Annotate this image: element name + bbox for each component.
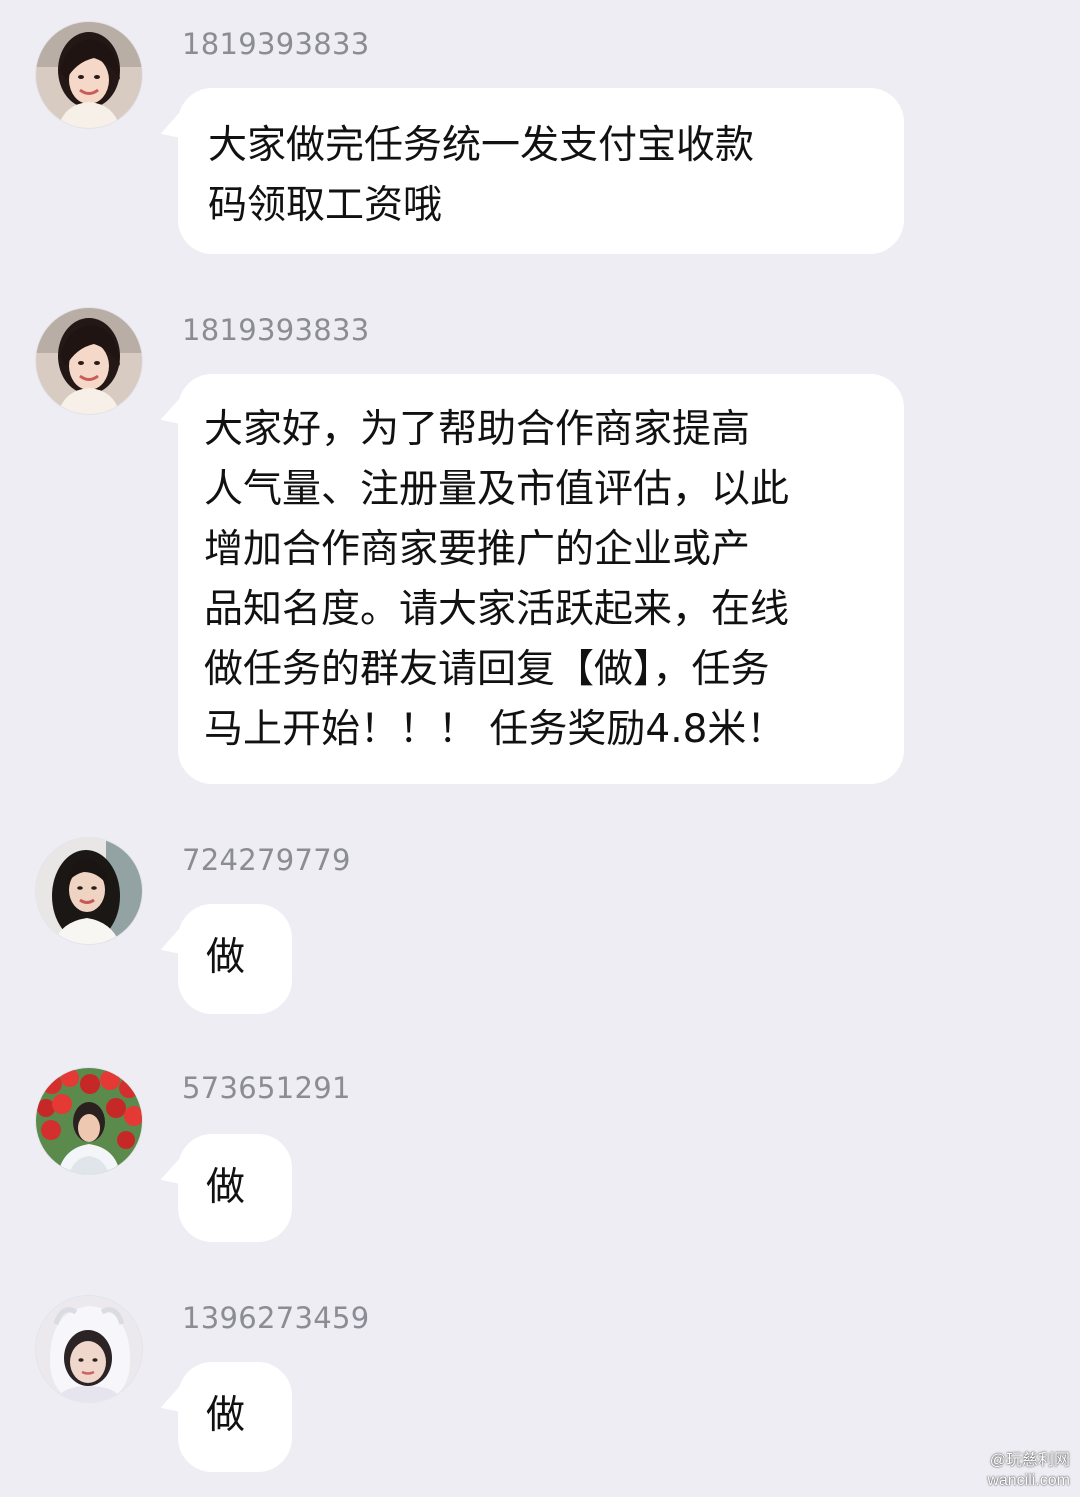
message-text: 做 [206,1165,246,1210]
message-bubble[interactable]: 做 [178,1134,292,1242]
user-avatar[interactable] [36,308,142,414]
message-text: 大家好，为了帮助合作商家提高 人气量、注册量及市值评估，以此 增加合作商家要推广… [204,407,790,752]
sender-id[interactable]: 1819393833 [182,312,370,348]
message-bubble[interactable]: 做 [178,904,292,1014]
sender-id[interactable]: 573651291 [182,1070,351,1106]
user-avatar[interactable] [36,1296,142,1402]
sender-id[interactable]: 724279779 [182,842,351,878]
avatar-woman-long-hair-icon [36,838,142,944]
chat-message-list[interactable]: 1819393833 大家做完任务统一发支付宝收款 码领取工资哦 1819393… [0,0,1080,1497]
sender-id[interactable]: 1396273459 [182,1300,370,1336]
message-bubble[interactable]: 大家好，为了帮助合作商家提高 人气量、注册量及市值评估，以此 增加合作商家要推广… [178,374,904,784]
avatar-woman-red-flowers-icon [36,1068,142,1174]
watermark: @玩慈利网 wancili.com [987,1451,1070,1491]
message-text: 做 [206,1393,246,1438]
message-text: 大家做完任务统一发支付宝收款 码领取工资哦 [208,123,755,228]
avatar-woman-white-hood-icon [36,1296,142,1402]
message-bubble[interactable]: 做 [178,1362,292,1472]
user-avatar[interactable] [36,1068,142,1174]
user-avatar[interactable] [36,838,142,944]
user-avatar[interactable] [36,22,142,128]
sender-id[interactable]: 1819393833 [182,26,370,62]
message-text: 做 [206,935,246,980]
watermark-brand: @玩慈利网 [989,1452,1070,1469]
message-bubble[interactable]: 大家做完任务统一发支付宝收款 码领取工资哦 [178,88,904,254]
avatar-woman-smiling-icon [36,308,142,414]
watermark-url: wancili.com [987,1472,1070,1489]
avatar-woman-smiling-icon [36,22,142,128]
